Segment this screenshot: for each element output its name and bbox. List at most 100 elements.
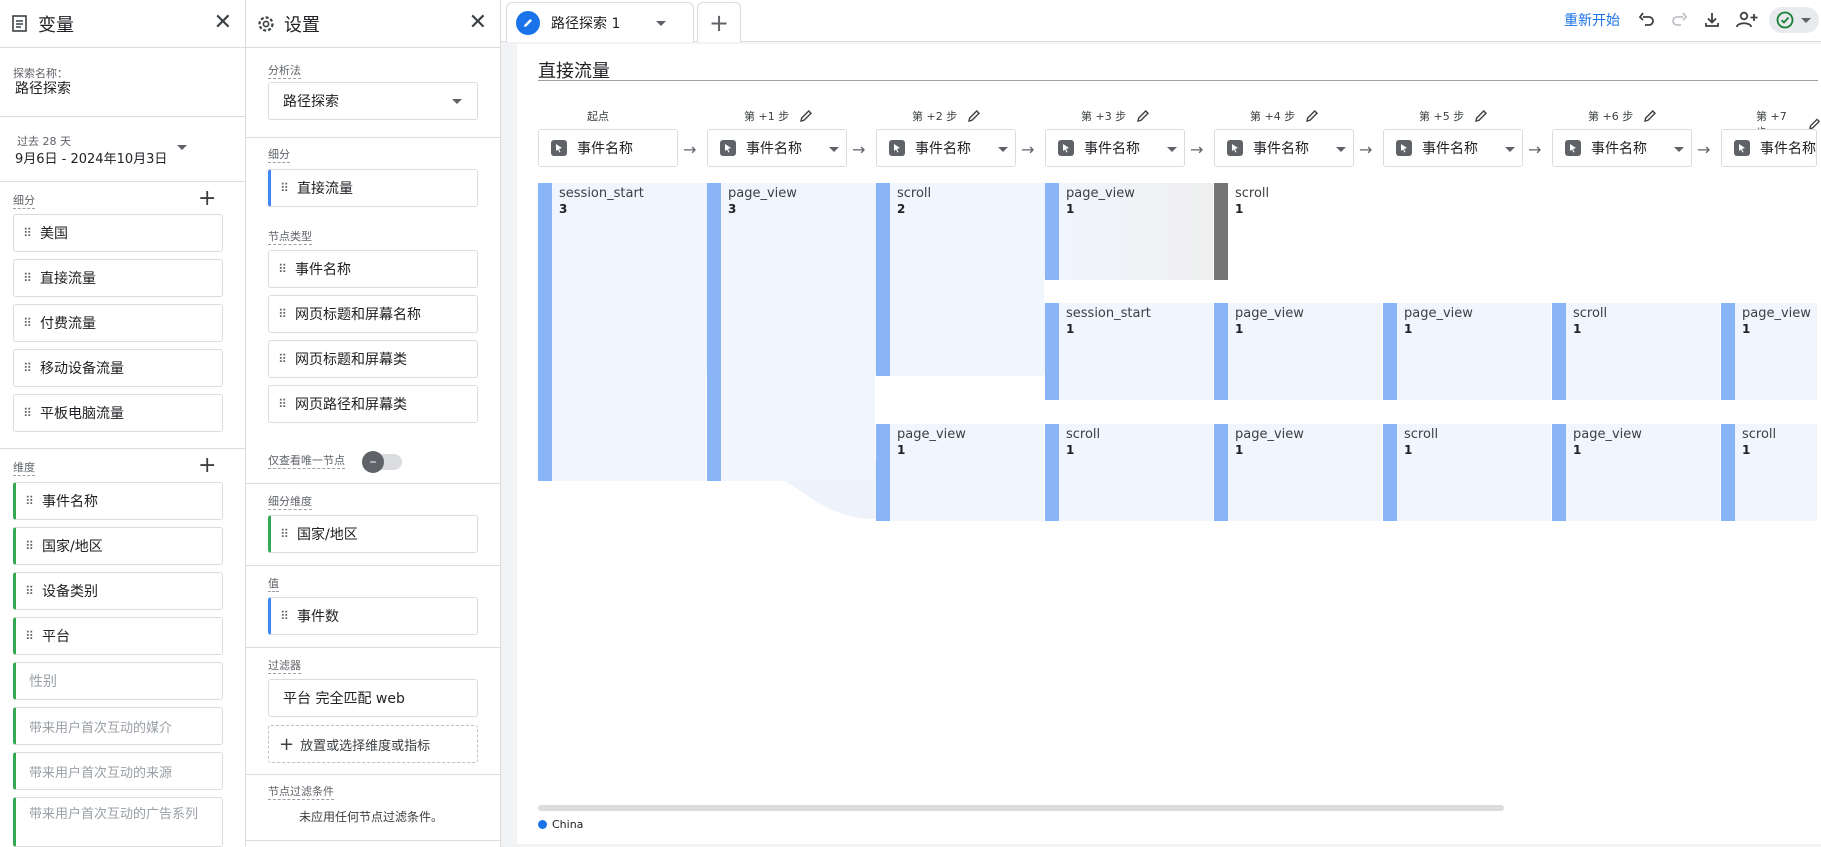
filter-drop-zone[interactable]: + 放置或选择维度或指标 [268, 725, 478, 763]
node-count: 1 [1404, 443, 1413, 457]
date-range-preset[interactable]: 过去 28 天 [17, 133, 71, 149]
node-bar [1045, 424, 1059, 521]
close-variables-icon[interactable]: ✕ [214, 12, 232, 34]
node-name: session_start [559, 186, 644, 201]
drag-handle-icon[interactable]: ⠿ [14, 226, 40, 240]
dimension-label: 性别 [29, 674, 57, 690]
drag-handle-icon[interactable]: ⠿ [271, 181, 297, 195]
chevron-down-icon[interactable] [452, 99, 462, 104]
path-node-ended[interactable]: scroll 1 [1214, 183, 1382, 280]
node-count: 1 [1573, 443, 1582, 457]
explore-name-field[interactable]: 路径探索 [15, 78, 71, 98]
path-node[interactable]: page_view 1 [876, 424, 1044, 521]
drag-handle-icon[interactable]: ⠿ [16, 539, 42, 553]
legend-dot [538, 820, 547, 829]
add-segment-icon[interactable]: + [198, 188, 216, 210]
tab-path-exploration[interactable]: 路径探索 1 [506, 2, 694, 42]
node-type-chip[interactable]: ⠿ 网页路径和屏幕类 [268, 385, 478, 423]
value-text: 事件数 [297, 609, 339, 625]
drag-handle-icon[interactable]: ⠿ [16, 584, 42, 598]
divider [246, 565, 501, 566]
path-node[interactable]: page_view 1 [1214, 303, 1382, 400]
path-node[interactable]: page_view 3 [707, 183, 875, 481]
value-chip[interactable]: ⠿ 事件数 [268, 597, 478, 635]
add-dimension-icon[interactable]: + [198, 455, 216, 477]
path-node[interactable]: scroll 1 [1552, 303, 1720, 400]
quality-status-button[interactable] [1769, 7, 1819, 33]
segment-chip[interactable]: ⠿ 美国 [13, 214, 223, 252]
node-type-text: 网页标题和屏幕类 [295, 352, 407, 368]
segment-chip[interactable]: ⠿ 付费流量 [13, 304, 223, 342]
settings-title: 设置 [284, 14, 320, 36]
dimension-chip-unused[interactable]: 带来用户首次互动的广告系列 [13, 797, 223, 847]
dimension-chip[interactable]: ⠿ 平台 [13, 617, 223, 655]
path-node[interactable]: page_view 1 [1721, 303, 1817, 400]
path-node[interactable]: scroll 1 [1383, 424, 1551, 521]
drag-handle-icon[interactable]: ⠿ [269, 262, 295, 276]
drag-handle-icon[interactable]: ⠿ [14, 271, 40, 285]
variables-panel: 变量 ✕ 探索名称： 路径探索 过去 28 天 9月6日 - 2024年10月3… [0, 0, 246, 847]
path-node[interactable]: page_view 1 [1552, 424, 1720, 521]
values-label: 值 [268, 577, 279, 592]
path-node[interactable]: scroll 1 [1045, 424, 1213, 521]
path-node[interactable]: scroll 1 [1721, 424, 1817, 521]
add-tab-button[interactable]: + [697, 2, 741, 42]
node-bar [1552, 303, 1566, 400]
date-range-value[interactable]: 9月6日 - 2024年10月3日 [15, 148, 167, 167]
drag-handle-icon[interactable]: ⠿ [14, 406, 40, 420]
dimension-chip-unused[interactable]: 带来用户首次互动的媒介 [13, 707, 223, 745]
segment-chip[interactable]: ⠿ 移动设备流量 [13, 349, 223, 387]
breakdown-chip[interactable]: ⠿ 国家/地区 [268, 515, 478, 553]
path-node[interactable]: page_view 1 [1045, 183, 1213, 280]
dimension-chip[interactable]: ⠿ 事件名称 [13, 482, 223, 520]
drag-handle-icon[interactable]: ⠿ [271, 609, 297, 623]
segment-chip[interactable]: ⠿ 平板电脑流量 [13, 394, 223, 432]
segment-label: 平板电脑流量 [40, 406, 124, 422]
undo-icon[interactable] [1634, 7, 1660, 33]
node-count: 1 [1066, 202, 1075, 216]
path-node[interactable]: session_start 3 [538, 183, 706, 481]
unique-nodes-toggle[interactable]: – [362, 451, 402, 473]
drag-handle-icon[interactable]: ⠿ [14, 361, 40, 375]
path-node[interactable]: session_start 1 [1045, 303, 1213, 400]
node-type-chip[interactable]: ⠿ 网页标题和屏幕名称 [268, 295, 478, 333]
edit-pencil-icon [516, 10, 540, 35]
dimension-chip[interactable]: ⠿ 国家/地区 [13, 527, 223, 565]
variables-header: 变量 ✕ [0, 0, 246, 48]
dimension-chip[interactable]: ⠿ 设备类别 [13, 572, 223, 610]
path-node[interactable]: scroll 2 [876, 183, 1044, 376]
node-type-chip[interactable]: ⠿ 事件名称 [268, 250, 478, 288]
drag-handle-icon[interactable]: ⠿ [269, 352, 295, 366]
drag-handle-icon[interactable]: ⠿ [269, 307, 295, 321]
technique-value: 路径探索 [283, 94, 339, 110]
legend-label: China [552, 818, 584, 831]
filter-chip[interactable]: 平台 完全匹配 web [268, 679, 478, 717]
node-bar [1721, 424, 1735, 521]
tab-menu-icon[interactable] [656, 21, 666, 26]
dimension-chip-unused[interactable]: 性别 [13, 662, 223, 700]
drag-handle-icon[interactable]: ⠿ [14, 316, 40, 330]
dimension-chip-unused[interactable]: 带来用户首次互动的来源 [13, 752, 223, 790]
restart-button[interactable]: 重新开始 [1564, 10, 1620, 30]
segment-chip[interactable]: ⠿ 直接流量 [13, 259, 223, 297]
close-settings-icon[interactable]: ✕ [469, 12, 487, 34]
drag-handle-icon[interactable]: ⠿ [16, 629, 42, 643]
path-node[interactable]: page_view 1 [1383, 303, 1551, 400]
download-icon[interactable] [1699, 7, 1725, 33]
node-type-chip[interactable]: ⠿ 网页标题和屏幕类 [268, 340, 478, 378]
path-node[interactable]: page_view 1 [1214, 424, 1382, 521]
technique-select[interactable]: 路径探索 [268, 82, 478, 120]
dimension-label: 平台 [42, 629, 70, 645]
applied-segment-chip[interactable]: ⠿ 直接流量 [268, 169, 478, 207]
dimension-label: 带来用户首次互动的媒介 [29, 720, 173, 736]
redo-icon[interactable] [1666, 7, 1692, 33]
drag-handle-icon[interactable]: ⠿ [269, 397, 295, 411]
drag-handle-icon[interactable]: ⠿ [271, 527, 297, 541]
drag-handle-icon[interactable]: ⠿ [16, 494, 42, 508]
segment-label: 直接流量 [40, 271, 96, 287]
date-dropdown-icon[interactable] [177, 145, 187, 150]
horizontal-scrollbar[interactable] [538, 805, 1504, 811]
node-filter-label: 节点过滤条件 [268, 785, 334, 800]
segment-label: 移动设备流量 [40, 361, 124, 377]
share-add-user-icon[interactable] [1732, 7, 1762, 33]
